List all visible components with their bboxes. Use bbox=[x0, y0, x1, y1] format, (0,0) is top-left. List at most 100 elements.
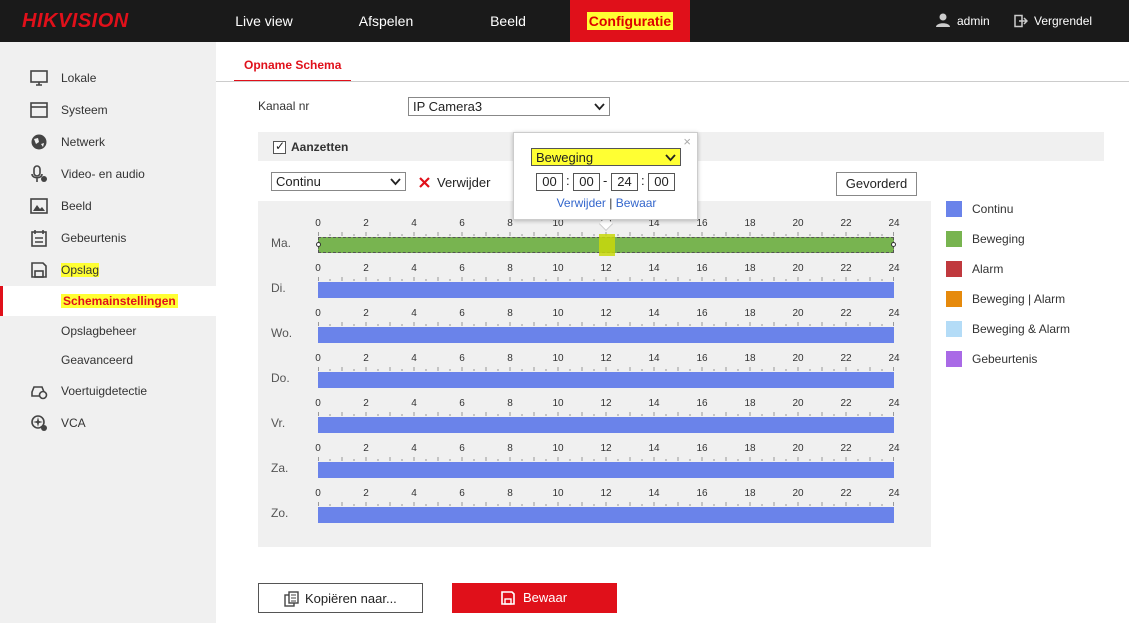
channel-select[interactable]: IP Camera3 bbox=[408, 97, 610, 116]
segment-handle-start[interactable] bbox=[316, 242, 321, 247]
day-label: Di. bbox=[271, 281, 286, 295]
schedule-bar[interactable] bbox=[316, 234, 896, 256]
nav-live-view[interactable]: Live view bbox=[219, 0, 309, 42]
save-label: Bewaar bbox=[523, 590, 568, 605]
sidebar-item-lokale[interactable]: Lokale bbox=[0, 64, 216, 92]
segment-handle-end[interactable] bbox=[891, 242, 896, 247]
schedule-bar[interactable] bbox=[318, 282, 894, 298]
tick-label: 22 bbox=[840, 218, 852, 229]
sidebar-item-label: Gebeurtenis bbox=[61, 231, 127, 245]
tick-label: 24 bbox=[888, 353, 900, 364]
tick-label: 12 bbox=[600, 353, 612, 364]
nav-beeld[interactable]: Beeld bbox=[470, 0, 546, 42]
nav-configuratie[interactable]: Configuratie bbox=[570, 0, 690, 42]
tick-label: 14 bbox=[648, 263, 660, 274]
copy-to-button[interactable]: Kopiëren naar... bbox=[258, 583, 423, 613]
popup-delete-link[interactable]: Verwijder bbox=[557, 196, 606, 210]
calendar-icon bbox=[31, 230, 47, 247]
record-type-select[interactable]: Continu bbox=[271, 172, 406, 191]
enable-checkbox[interactable] bbox=[273, 139, 286, 154]
time-ruler bbox=[318, 457, 894, 461]
lock-button[interactable]: Vergrendel bbox=[1014, 0, 1092, 42]
tick-label: 4 bbox=[411, 353, 417, 364]
start-minute-input[interactable]: 00 bbox=[573, 173, 600, 191]
sidebar-item-vca[interactable]: VCA bbox=[0, 409, 216, 437]
tick-label: 16 bbox=[696, 353, 708, 364]
sidebar-item-video-audio[interactable]: Video- en audio bbox=[0, 160, 216, 188]
tick-label: 6 bbox=[459, 443, 465, 454]
username: admin bbox=[957, 14, 990, 28]
advanced-button[interactable]: Gevorderd bbox=[836, 172, 917, 196]
popup-type-select[interactable]: Beweging bbox=[531, 148, 681, 166]
vca-icon bbox=[31, 415, 47, 431]
system-icon bbox=[30, 102, 48, 118]
microphone-icon bbox=[31, 165, 47, 182]
tick-label: 0 bbox=[315, 443, 321, 454]
tick-label: 2 bbox=[363, 443, 369, 454]
range-separator: - bbox=[603, 173, 608, 188]
schedule-bar[interactable] bbox=[318, 327, 894, 343]
time-ruler bbox=[318, 322, 894, 326]
schedule-bar[interactable] bbox=[318, 507, 894, 523]
schedule-bar[interactable] bbox=[318, 462, 894, 478]
vehicle-detect-icon bbox=[31, 386, 48, 400]
sidebar-item-label: Systeem bbox=[61, 103, 108, 117]
schedule-bar[interactable] bbox=[318, 417, 894, 433]
end-minute-input[interactable]: 00 bbox=[648, 173, 675, 191]
sidebar-sub-schemainstellingen[interactable]: Schemainstellingen bbox=[0, 286, 216, 316]
tick-label: 8 bbox=[507, 263, 513, 274]
tick-label: 22 bbox=[840, 263, 852, 274]
legend-label: Alarm bbox=[972, 262, 1004, 276]
time-ruler bbox=[318, 412, 894, 416]
close-icon[interactable]: × bbox=[683, 134, 691, 149]
image-icon bbox=[30, 198, 48, 214]
tick-label: 2 bbox=[363, 398, 369, 409]
sidebar-item-systeem[interactable]: Systeem bbox=[0, 96, 216, 124]
globe-icon bbox=[31, 134, 47, 150]
sidebar-item-label: VCA bbox=[61, 416, 86, 430]
start-hour-input[interactable]: 00 bbox=[536, 173, 563, 191]
sidebar-item-beeld[interactable]: Beeld bbox=[0, 192, 216, 220]
tick-label: 2 bbox=[363, 263, 369, 274]
channel-label: Kanaal nr bbox=[258, 99, 310, 113]
sidebar-item-label: Lokale bbox=[61, 71, 97, 85]
user-menu[interactable]: admin bbox=[935, 0, 990, 42]
tick-label: 18 bbox=[744, 218, 756, 229]
sidebar-item-opslag[interactable]: Opslag bbox=[0, 256, 216, 284]
tab-opname-schema[interactable]: Opname Schema bbox=[234, 52, 352, 82]
tick-label: 0 bbox=[315, 488, 321, 499]
sidebar-item-voertuigdetectie[interactable]: Voertuigdetectie bbox=[0, 377, 216, 405]
popup-save-link[interactable]: Bewaar bbox=[616, 196, 657, 210]
tick-label: 0 bbox=[315, 263, 321, 274]
sidebar-item-gebeurtenis[interactable]: Gebeurtenis bbox=[0, 224, 216, 252]
tick-label: 2 bbox=[363, 488, 369, 499]
tick-label: 12 bbox=[600, 443, 612, 454]
tick-label: 10 bbox=[552, 488, 564, 499]
tick-label: 16 bbox=[696, 263, 708, 274]
tick-label: 22 bbox=[840, 308, 852, 319]
tick-label: 12 bbox=[600, 488, 612, 499]
legend-swatch bbox=[946, 351, 962, 367]
tab-divider bbox=[216, 81, 1129, 82]
legend-swatch bbox=[946, 201, 962, 217]
end-hour-input[interactable]: 24 bbox=[611, 173, 638, 191]
sidebar-sub-geavanceerd[interactable]: Geavanceerd bbox=[0, 345, 216, 375]
save-icon bbox=[501, 591, 515, 605]
save-button[interactable]: Bewaar bbox=[452, 583, 617, 613]
tick-label: 22 bbox=[840, 398, 852, 409]
tick-label: 18 bbox=[744, 398, 756, 409]
chevron-down-icon bbox=[390, 178, 401, 186]
legend-label: Gebeurtenis bbox=[972, 352, 1038, 366]
legend-label: Beweging & Alarm bbox=[972, 322, 1071, 336]
tick-label: 6 bbox=[459, 398, 465, 409]
tick-label: 14 bbox=[648, 443, 660, 454]
sidebar-sub-opslagbeheer[interactable]: Opslagbeheer bbox=[0, 316, 216, 346]
tick-label: 12 bbox=[600, 308, 612, 319]
sidebar-item-netwerk[interactable]: Netwerk bbox=[0, 128, 216, 156]
tick-label: 14 bbox=[648, 353, 660, 364]
nav-afspelen[interactable]: Afspelen bbox=[344, 0, 428, 42]
tick-label: 16 bbox=[696, 488, 708, 499]
tick-label: 20 bbox=[792, 308, 804, 319]
tick-label: 20 bbox=[792, 218, 804, 229]
schedule-bar[interactable] bbox=[318, 372, 894, 388]
